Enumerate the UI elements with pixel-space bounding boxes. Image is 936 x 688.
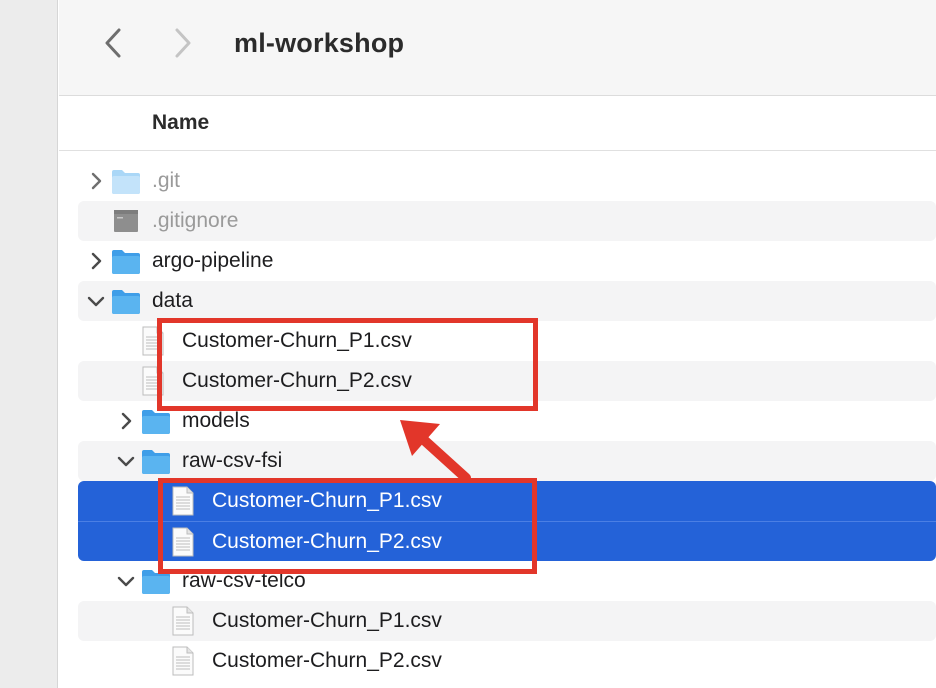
chevron-right-icon[interactable] [86, 251, 106, 271]
file-name: data [152, 289, 193, 312]
chevron-left-icon [105, 28, 121, 58]
sidebar-edge [0, 0, 58, 688]
chevron-down-icon[interactable] [116, 571, 136, 591]
chevron-down-icon[interactable] [116, 451, 136, 471]
file-name: Customer-Churn_P2.csv [212, 649, 442, 672]
csv-file-icon [172, 606, 194, 636]
folder-icon [112, 170, 140, 194]
folder-icon [112, 250, 140, 274]
csv-file-icon [172, 646, 194, 676]
folder-icon [112, 290, 140, 314]
toolbar: ml-workshop [59, 0, 936, 96]
folder-icon [142, 410, 170, 434]
window-title: ml-workshop [234, 28, 405, 58]
file-row-csv[interactable]: Customer-Churn_P2.csv [78, 641, 936, 681]
column-header-name[interactable]: Name [152, 111, 209, 135]
file-row-data[interactable]: data [78, 281, 936, 321]
file-list: .git .gitignore argo-pipeline data Custo… [78, 161, 936, 681]
chevron-down-icon[interactable] [86, 291, 106, 311]
folder-icon [142, 450, 170, 474]
file-name: .gitignore [152, 209, 239, 232]
executable-file-icon [114, 210, 138, 232]
file-row-argo-pipeline[interactable]: argo-pipeline [78, 241, 936, 281]
file-row-raw-csv-fsi[interactable]: raw-csv-fsi [78, 441, 936, 481]
forward-button[interactable] [167, 26, 199, 60]
file-row-git[interactable]: .git [78, 161, 936, 201]
file-name: raw-csv-fsi [182, 449, 283, 472]
back-button[interactable] [97, 26, 129, 60]
file-row-csv[interactable]: Customer-Churn_P1.csv [78, 601, 936, 641]
annotation-box-destination [157, 318, 538, 411]
file-row-gitignore[interactable]: .gitignore [78, 201, 936, 241]
chevron-right-icon[interactable] [86, 171, 106, 191]
chevron-right-icon [175, 28, 191, 58]
column-header: Name [59, 97, 936, 151]
file-name: .git [152, 169, 181, 192]
file-name: Customer-Churn_P1.csv [212, 609, 442, 632]
chevron-right-icon[interactable] [116, 411, 136, 431]
annotation-box-source [158, 478, 537, 574]
annotation-arrow-icon [400, 420, 471, 483]
file-name: models [182, 409, 250, 432]
file-name: argo-pipeline [152, 249, 274, 272]
